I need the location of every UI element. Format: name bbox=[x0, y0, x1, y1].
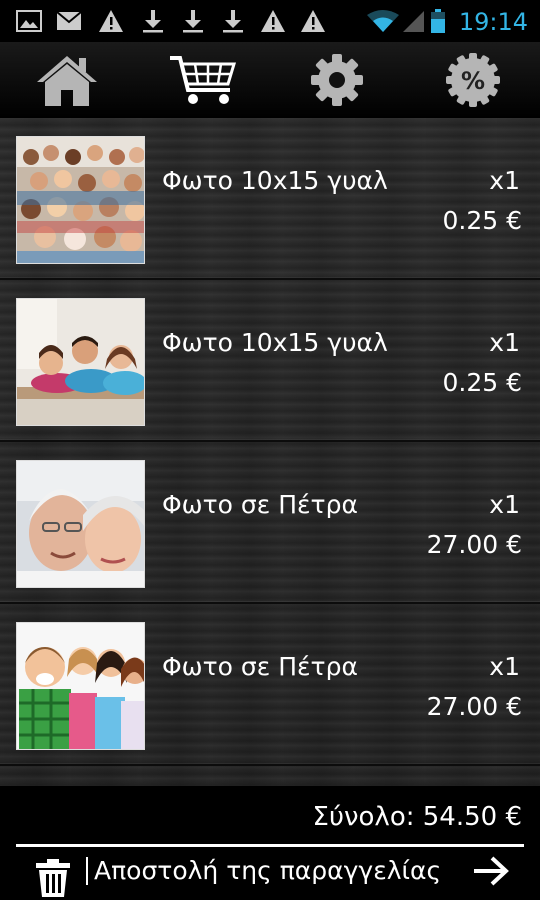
discount-symbol: % bbox=[461, 67, 485, 95]
item-divider bbox=[0, 764, 540, 766]
item-price: 0.25 € bbox=[442, 368, 522, 397]
top-nav: % bbox=[0, 42, 540, 118]
cart-footer: Σύνολο: 54.50 € Αποστολή της παραγγελίας bbox=[0, 786, 540, 900]
item-price: 27.00 € bbox=[426, 692, 522, 721]
children-photo-thumbnail bbox=[16, 622, 145, 750]
item-quantity: x1 bbox=[489, 166, 520, 195]
settings-icon bbox=[311, 54, 363, 106]
warning-icon bbox=[301, 10, 325, 32]
clock: 19:14 bbox=[458, 8, 528, 36]
group-photo-thumbnail bbox=[16, 136, 145, 264]
item-quantity: x1 bbox=[489, 328, 520, 357]
item-quantity: x1 bbox=[489, 490, 520, 519]
send-order-button[interactable]: Αποστολή της παραγγελίας bbox=[86, 856, 516, 886]
item-quantity: x1 bbox=[489, 652, 520, 681]
order-total: Σύνολο: 54.50 € bbox=[312, 802, 522, 832]
settings-button[interactable] bbox=[302, 50, 372, 110]
warning-icon bbox=[99, 10, 123, 32]
arrow-right-icon bbox=[474, 856, 509, 886]
family-photo-thumbnail bbox=[16, 298, 145, 426]
trash-icon[interactable] bbox=[34, 858, 72, 898]
elderly-couple-photo-thumbnail bbox=[16, 460, 145, 588]
cart-item[interactable]: Φωτο σε Πέτρα x1 27.00 € bbox=[0, 442, 540, 604]
download-icon bbox=[143, 10, 163, 33]
item-title: Φωτο σε Πέτρα bbox=[162, 490, 358, 519]
cart-icon bbox=[170, 56, 237, 104]
status-bar: 19:14 bbox=[0, 0, 540, 42]
home-icon bbox=[37, 56, 97, 106]
mail-icon bbox=[56, 11, 82, 30]
discount-icon: % bbox=[446, 53, 500, 107]
download-icon bbox=[223, 10, 243, 33]
item-price: 27.00 € bbox=[426, 530, 522, 559]
cart-list[interactable]: Φωτο 10x15 γυαλ x1 0.25 € Φωτο 10x15 γυα… bbox=[0, 118, 540, 786]
cart-item[interactable]: Φωτο 10x15 γυαλ x1 0.25 € bbox=[0, 118, 540, 280]
item-price: 0.25 € bbox=[442, 206, 522, 235]
item-title: Φωτο 10x15 γυαλ bbox=[162, 166, 388, 195]
discount-button[interactable]: % bbox=[438, 50, 508, 110]
cart-item[interactable]: Φωτο 10x15 γυαλ x1 0.25 € bbox=[0, 280, 540, 442]
signal-icon bbox=[403, 11, 424, 32]
item-title: Φωτο 10x15 γυαλ bbox=[162, 328, 388, 357]
download-icon bbox=[183, 10, 203, 33]
cart-item[interactable]: Φωτο σε Πέτρα x1 27.00 € bbox=[0, 604, 540, 766]
wifi-icon bbox=[367, 10, 399, 32]
cart-button[interactable] bbox=[168, 50, 238, 110]
send-order-label: Αποστολή της παραγγελίας bbox=[86, 857, 441, 885]
home-button[interactable] bbox=[32, 50, 102, 110]
footer-divider bbox=[16, 844, 524, 847]
battery-icon bbox=[431, 9, 445, 33]
warning-icon bbox=[261, 10, 285, 32]
item-title: Φωτο σε Πέτρα bbox=[162, 652, 358, 681]
image-icon bbox=[16, 10, 42, 32]
